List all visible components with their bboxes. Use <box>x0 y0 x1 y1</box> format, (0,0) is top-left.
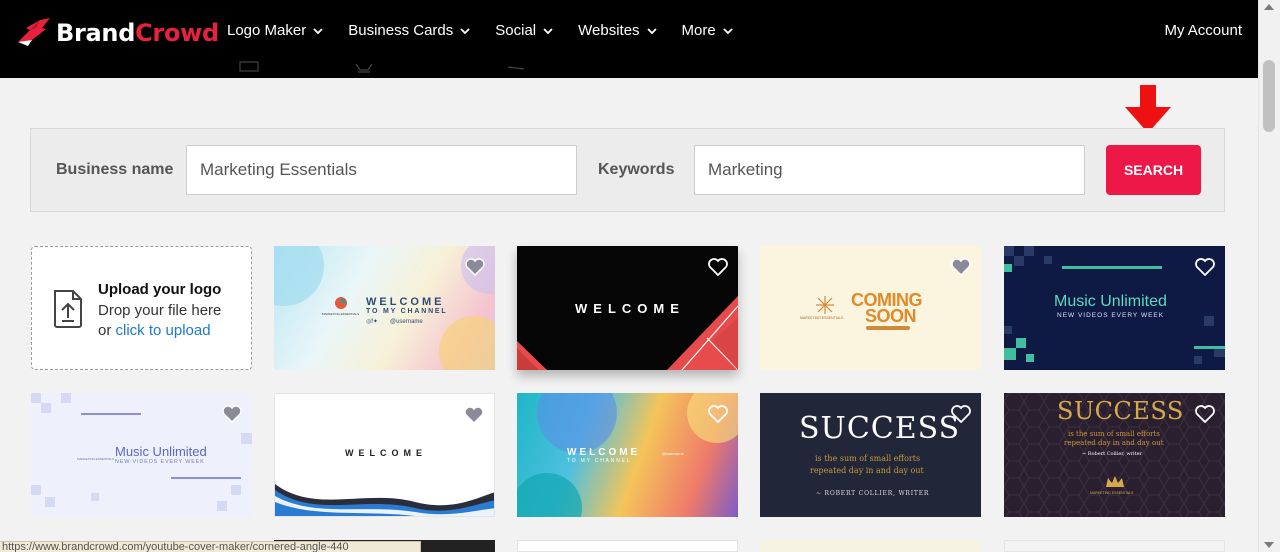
template-brand: MARKETING ESSENTIALS <box>322 312 360 316</box>
template-heading: Music Unlimited <box>115 444 207 459</box>
template-card-9[interactable]: SUCCESS is the sum of small efforts repe… <box>1004 393 1225 517</box>
menu-logo-maker[interactable]: Logo Maker <box>227 22 324 39</box>
template-author: ~ Robert Collier, writer <box>1082 451 1142 457</box>
template-heading: WELCOME <box>345 448 427 458</box>
template-card-5[interactable]: MARKETING ESSENTIALS Music Unlimited NEW… <box>31 393 252 517</box>
template-subheading: TO MY CHANNEL <box>567 458 632 464</box>
template-heading: SUCCESS <box>1057 397 1184 425</box>
menu-more-label: More <box>681 22 716 39</box>
social-icons: ◎f✦ <box>366 319 378 325</box>
template-handle: @username <box>662 451 684 456</box>
heart-icon[interactable] <box>465 258 485 276</box>
keywords-input[interactable] <box>694 145 1085 195</box>
chevron-down-icon <box>723 27 733 34</box>
template-heading: WELCOME <box>575 301 685 316</box>
upload-logo-card[interactable]: Upload your logo Drop your file here or … <box>31 246 252 370</box>
template-subheading: SOON <box>865 306 917 326</box>
template-card-3[interactable]: MARKETING ESSENTIALS COMING SOON <box>760 246 981 370</box>
template-subheading-2: repeated day in and day out <box>810 466 924 475</box>
my-account-link[interactable]: My Account <box>1164 22 1242 39</box>
search-button[interactable]: SEARCH <box>1106 145 1201 195</box>
logo-mark-icon <box>335 297 347 309</box>
page-scrollbar[interactable] <box>1258 0 1280 552</box>
scroll-down-icon[interactable] <box>1264 542 1274 548</box>
template-underline <box>866 326 910 330</box>
menu-business-cards-label: Business Cards <box>348 22 454 39</box>
template-card-12-peek[interactable] <box>760 540 981 552</box>
crown-icon <box>1106 476 1124 487</box>
brand-logo[interactable]: BrandCrowd <box>16 16 219 50</box>
template-card-4[interactable]: Music Unlimited NEW VIDEOS EVERY WEEK <box>1004 246 1225 370</box>
menu-social-label: Social <box>495 22 537 39</box>
menu-websites-label: Websites <box>578 22 640 39</box>
template-card-6[interactable]: WELCOME <box>274 393 495 517</box>
brand-mark-icon <box>18 18 50 46</box>
template-card-8[interactable]: SUCCESS is the sum of small efforts repe… <box>760 393 981 517</box>
business-name-label: Business name <box>56 161 174 178</box>
chevron-down-icon <box>543 27 553 34</box>
upload-hint-prefix: or <box>98 322 116 339</box>
template-subheading-2: repeated day in and day out <box>1064 439 1164 447</box>
template-card-7[interactable]: WELCOME TO MY CHANNEL @username <box>517 393 738 517</box>
top-nav: BrandCrowd Logo Maker Business Cards Soc… <box>0 0 1258 78</box>
template-brand: MARKETING ESSENTIALS <box>1090 491 1134 495</box>
menu-business-cards[interactable]: Business Cards <box>348 22 471 39</box>
menu-logo-maker-label: Logo Maker <box>227 22 307 39</box>
template-heading: WELCOME <box>567 447 641 458</box>
upload-title: Upload your logo <box>98 281 222 298</box>
template-heading: SUCCESS <box>799 411 961 446</box>
template-card-2[interactable]: WELCOME <box>517 246 738 370</box>
file-upload-icon <box>54 290 82 328</box>
scroll-thumb[interactable] <box>1263 60 1275 132</box>
menu-websites[interactable]: Websites <box>578 22 657 39</box>
nav-ghost-icons <box>239 61 525 73</box>
upload-hint: Drop your file here <box>98 302 222 319</box>
main-menu: Logo Maker Business Cards Social Website… <box>227 22 758 39</box>
search-panel: Business name Keywords SEARCH <box>30 128 1225 212</box>
template-subheading: TO MY CHANNEL <box>366 308 448 315</box>
heart-icon[interactable] <box>464 406 484 424</box>
template-card-11-peek[interactable] <box>517 540 738 552</box>
arrow-down-icon <box>1125 85 1171 133</box>
menu-social[interactable]: Social <box>495 22 554 39</box>
heart-icon[interactable] <box>222 405 242 423</box>
template-heading: WELCOME <box>366 296 445 308</box>
heart-icon[interactable] <box>951 405 971 423</box>
chevron-down-icon <box>646 27 657 34</box>
brand-name-part2: Crowd <box>135 19 219 47</box>
sun-icon <box>816 296 834 314</box>
heart-icon[interactable] <box>1195 405 1215 423</box>
chevron-down-icon <box>313 27 323 34</box>
upload-hint-2: or click to upload <box>98 322 211 339</box>
template-heading: Music Unlimited <box>1054 293 1167 310</box>
scroll-up-icon[interactable] <box>1264 4 1274 10</box>
template-card-13-peek[interactable] <box>1004 540 1225 552</box>
chevron-down-icon <box>460 27 470 34</box>
template-brand: MARKETING ESSENTIALS <box>77 457 115 461</box>
template-subheading: NEW VIDEOS EVERY WEEK <box>115 459 205 465</box>
brand-name-part1: Brand <box>56 19 136 47</box>
heart-icon[interactable] <box>708 258 728 276</box>
keywords-label: Keywords <box>598 161 675 178</box>
template-subheading: NEW VIDEOS EVERY WEEK <box>1057 312 1165 319</box>
heart-icon[interactable] <box>708 405 728 423</box>
heart-icon[interactable] <box>1195 258 1215 276</box>
link-status-bar: https://www.brandcrowd.com/youtube-cover… <box>0 541 421 552</box>
click-to-upload-link[interactable]: click to upload <box>116 322 211 339</box>
template-handle: @username <box>390 319 423 325</box>
template-author: ~ ROBERT COLLIER, WRITER <box>816 490 930 497</box>
business-name-input[interactable] <box>186 145 577 195</box>
template-subheading: is the sum of small efforts <box>815 454 921 463</box>
heart-icon[interactable] <box>951 258 971 276</box>
template-brand: MARKETING ESSENTIALS <box>800 316 844 320</box>
template-card-1[interactable]: MARKETING ESSENTIALS WELCOME TO MY CHANN… <box>274 246 495 370</box>
template-subheading: is the sum of small efforts <box>1068 430 1160 438</box>
menu-more[interactable]: More <box>682 22 734 39</box>
